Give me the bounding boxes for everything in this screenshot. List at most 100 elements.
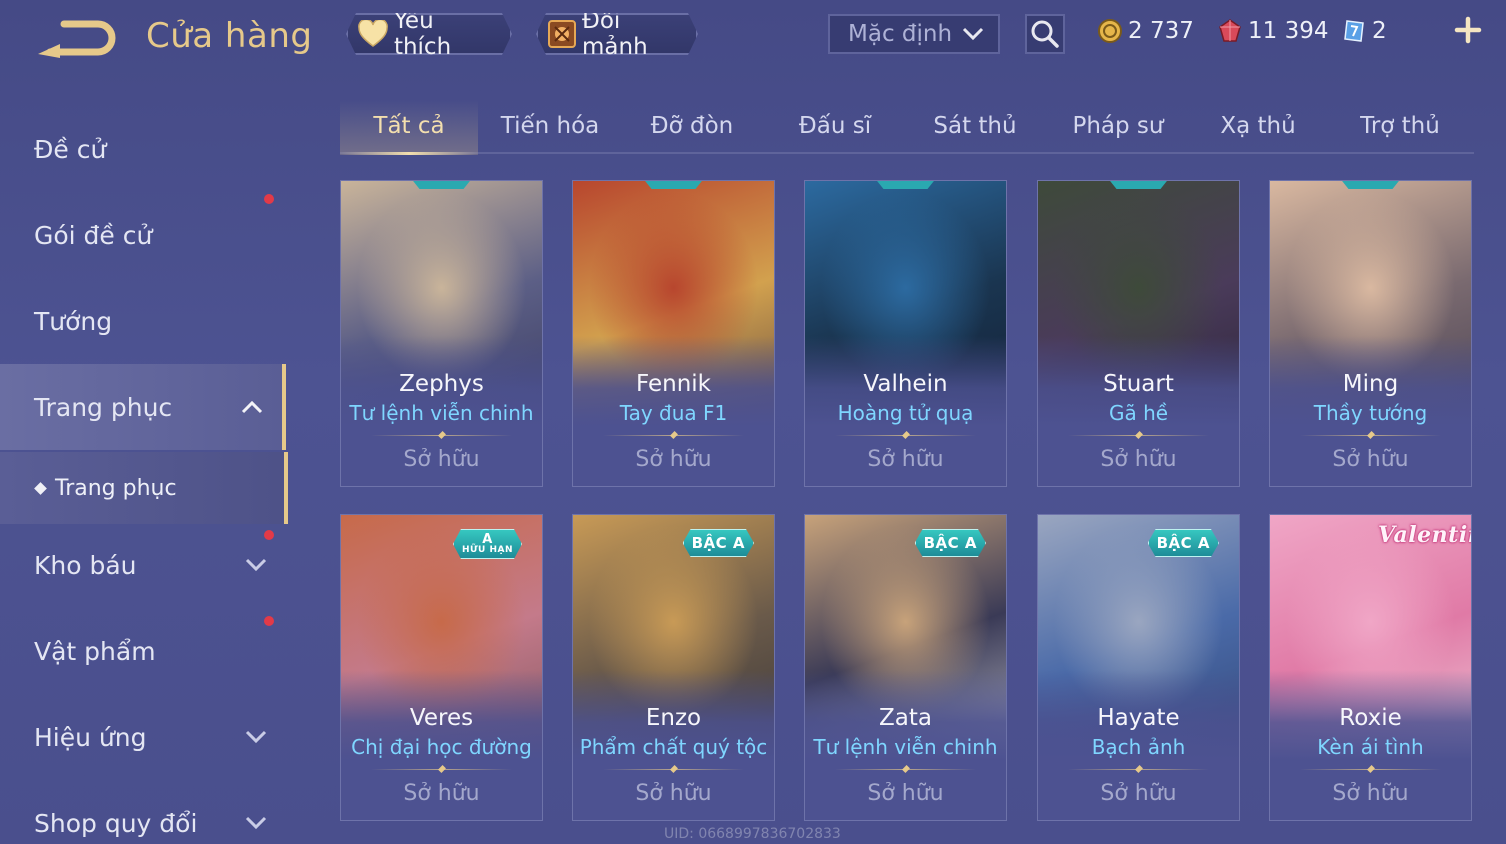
owned-status: Sở hữu <box>635 447 712 472</box>
hero-name: Fennik <box>636 371 711 397</box>
ticket-currency: 2 <box>1340 16 1387 46</box>
limited-ribbon <box>1108 181 1169 189</box>
tab-mage[interactable]: Pháp sư <box>1056 100 1180 152</box>
chevron-down-icon <box>244 553 268 577</box>
sidebar-item-label: Vật phẩm <box>34 636 156 666</box>
divider <box>371 769 512 770</box>
sidebar-item-featured-packs[interactable]: Gói đề cử <box>0 192 286 278</box>
divider <box>835 769 976 770</box>
limited-ribbon <box>1340 181 1401 189</box>
limited-ribbon <box>411 181 472 189</box>
favorites-button[interactable]: Yêu thích <box>346 13 512 55</box>
chevron-down-icon <box>244 725 268 749</box>
skin-card[interactable]: BẬC A Enzo Phẩm chất quý tộc Sở hữu <box>572 514 775 821</box>
back-arrow-icon <box>38 20 116 58</box>
heart-icon <box>356 18 390 50</box>
uid-watermark: UID: 0668997836702833 <box>664 826 841 842</box>
skin-card[interactable]: BẬC A Hayate Bạch ảnh Sở hữu <box>1037 514 1240 821</box>
owned-status: Sở hữu <box>635 781 712 806</box>
exchange-shards-button[interactable]: Đổi mảnh <box>536 13 698 55</box>
back-button[interactable] <box>30 14 120 64</box>
tab-assassin[interactable]: Sát thủ <box>918 100 1032 152</box>
sidebar-item-skins[interactable]: Trang phục <box>0 364 286 450</box>
skin-card[interactable]: BẬC A Zata Tư lệnh viễn chinh Sở hữu <box>804 514 1007 821</box>
diamond-bullet-icon <box>34 481 47 495</box>
page-title: Cửa hàng <box>146 16 313 56</box>
owned-status: Sở hữu <box>1100 447 1177 472</box>
skin-name: Thầy tướng <box>1313 401 1428 425</box>
tab-evolution[interactable]: Tiến hóa <box>486 100 614 152</box>
owned-status: Sở hữu <box>1332 447 1409 472</box>
hero-name: Hayate <box>1097 705 1180 731</box>
sidebar-item-label: Đề cử <box>34 134 107 164</box>
chevron-down-icon <box>962 21 984 47</box>
skin-card[interactable]: Zephys Tư lệnh viễn chinh Sở hữu <box>340 180 543 487</box>
skin-name: Gã hề <box>1108 401 1169 425</box>
skin-name: Phẩm chất quý tộc <box>579 735 768 759</box>
voucher-currency: 11 394 <box>1216 16 1328 46</box>
tab-marksman[interactable]: Xạ thủ <box>1202 100 1314 152</box>
skin-card[interactable]: Ming Thầy tướng Sở hữu <box>1269 180 1472 487</box>
skin-card[interactable]: Stuart Gã hề Sở hữu <box>1037 180 1240 487</box>
sidebar-item-exchange-shop[interactable]: Shop quy đổi <box>0 780 286 844</box>
ruby-voucher-icon <box>1216 17 1244 45</box>
skin-card[interactable]: Valentine Roxie Kèn ái tình Sở hữu <box>1269 514 1472 821</box>
sidebar-item-items[interactable]: Vật phẩm <box>0 608 286 694</box>
sidebar-item-treasure[interactable]: Kho báu <box>0 522 286 608</box>
sidebar-subitem-skins[interactable]: Trang phục <box>0 452 288 524</box>
divider <box>1068 435 1209 436</box>
skin-card[interactable]: Valhein Hoàng tử quạ Sở hữu <box>804 180 1007 487</box>
tab-fighter[interactable]: Đấu sĩ <box>780 100 890 152</box>
rank-badge: BẬC A <box>1148 529 1219 557</box>
skin-card[interactable]: A HỮU HẠN Veres Chị đại học đường Sở hữu <box>340 514 543 821</box>
tab-support[interactable]: Trợ thủ <box>1340 100 1460 152</box>
gold-coin-icon <box>1096 17 1124 45</box>
tab-tank[interactable]: Đỡ đòn <box>630 100 754 152</box>
skin-name: Chị đại học đường <box>351 735 532 759</box>
owned-status: Sở hữu <box>867 447 944 472</box>
skin-card[interactable]: Fennik Tay đua F1 Sở hữu <box>572 180 775 487</box>
hero-name: Veres <box>409 705 474 731</box>
hero-name: Valhein <box>863 371 948 397</box>
limited-ribbon <box>643 181 704 189</box>
divider <box>371 435 512 436</box>
notification-dot <box>264 194 274 204</box>
plus-icon <box>1454 16 1482 44</box>
chevron-down-icon <box>244 811 268 835</box>
sidebar-item-effects[interactable]: Hiệu ứng <box>0 694 286 780</box>
notification-dot <box>264 530 274 540</box>
sidebar: Đề cử Gói đề cử Tướng Trang phục Trang p… <box>0 100 290 844</box>
tab-all[interactable]: Tất cả <box>340 100 478 155</box>
divider <box>603 435 744 436</box>
voucher-amount: 11 394 <box>1248 18 1329 44</box>
favorites-label: Yêu thích <box>393 8 452 60</box>
skin-name: Kèn ái tình <box>1317 735 1424 759</box>
skin-name: Tư lệnh viễn chinh <box>349 401 534 425</box>
rank-badge: A HỮU HẠN <box>453 529 522 559</box>
skin-name: Tay đua F1 <box>619 401 728 425</box>
limited-ribbon <box>875 181 936 189</box>
gold-amount: 2 737 <box>1128 18 1194 44</box>
hero-name: Stuart <box>1103 371 1174 397</box>
sort-dropdown[interactable]: Mặc định <box>828 14 1000 54</box>
sidebar-item-label: Gói đề cử <box>34 220 153 250</box>
sidebar-item-label: Shop quy đổi <box>34 808 198 838</box>
sidebar-item-label: Trang phục <box>34 392 173 422</box>
divider <box>1300 435 1441 436</box>
owned-status: Sở hữu <box>1332 781 1409 806</box>
sort-value: Mặc định <box>848 21 953 47</box>
sidebar-item-label: Tướng <box>34 306 113 336</box>
skin-name: Hoàng tử quạ <box>837 401 974 425</box>
skin-name: Bạch ảnh <box>1091 735 1186 759</box>
add-currency-button[interactable] <box>1452 14 1484 46</box>
sidebar-item-featured[interactable]: Đề cử <box>0 106 286 192</box>
owned-status: Sở hữu <box>1100 781 1177 806</box>
search-button[interactable] <box>1025 14 1065 54</box>
sidebar-item-heroes[interactable]: Tướng <box>0 278 286 364</box>
divider <box>835 435 976 436</box>
hero-name: Enzo <box>645 705 702 731</box>
sidebar-item-label: Kho báu <box>34 550 137 580</box>
ticket-amount: 2 <box>1372 18 1387 44</box>
rank-badge: BẬC A <box>683 529 754 557</box>
category-tabs: Tất cả Tiến hóa Đỡ đòn Đấu sĩ Sát thủ Ph… <box>340 100 1474 155</box>
